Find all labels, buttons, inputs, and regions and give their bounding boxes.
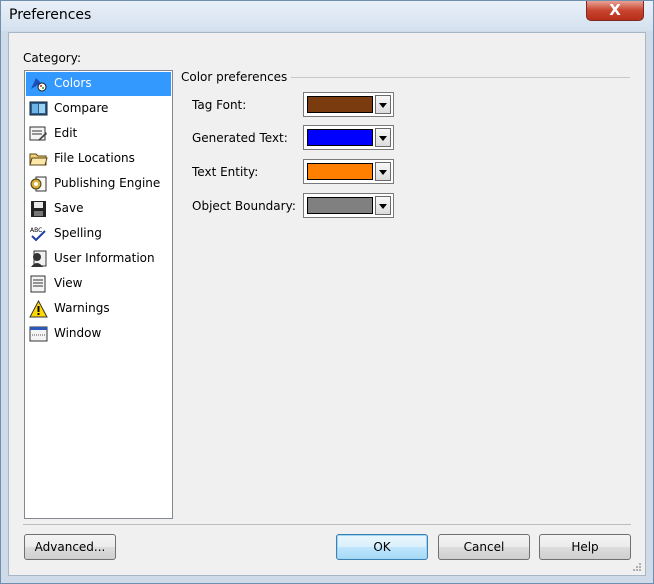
gear-document-icon	[30, 176, 47, 192]
compare-icon	[29, 101, 48, 116]
dropdown-button[interactable]	[375, 162, 391, 181]
category-item-label: Spelling	[54, 226, 102, 240]
generated-text-color-picker[interactable]	[303, 125, 394, 150]
dropdown-button[interactable]	[375, 95, 391, 114]
group-divider	[291, 77, 630, 78]
object-boundary-label: Object Boundary:	[192, 199, 296, 213]
category-item-edit[interactable]: Edit	[26, 122, 171, 146]
close-button[interactable]: X	[586, 1, 644, 21]
chevron-down-icon	[379, 204, 387, 209]
category-item-spelling[interactable]: ABC Spelling	[26, 222, 171, 246]
color-swatch	[307, 163, 373, 180]
category-item-label: Warnings	[54, 301, 110, 315]
category-item-label: Compare	[54, 101, 109, 115]
edit-icon	[29, 126, 47, 141]
object-boundary-color-picker[interactable]	[303, 193, 394, 218]
color-swatch	[307, 96, 373, 113]
floppy-disk-icon	[31, 201, 46, 217]
category-item-label: File Locations	[54, 151, 135, 165]
category-item-colors[interactable]: Colors	[26, 72, 171, 96]
category-item-file-locations[interactable]: File Locations	[26, 147, 171, 171]
dropdown-button[interactable]	[375, 196, 391, 215]
footer-divider	[23, 524, 631, 525]
category-item-label: Colors	[54, 76, 92, 90]
folder-icon	[29, 153, 48, 166]
chevron-down-icon	[379, 170, 387, 175]
tag-font-label: Tag Font:	[192, 98, 247, 112]
cancel-button[interactable]: Cancel	[438, 534, 530, 560]
ok-button[interactable]: OK	[336, 534, 428, 560]
preferences-window: Preferences X Category: Colors Compare E…	[0, 0, 654, 584]
advanced-button[interactable]: Advanced...	[24, 534, 116, 560]
chevron-down-icon	[379, 103, 387, 108]
dropdown-button[interactable]	[375, 128, 391, 147]
category-item-compare[interactable]: Compare	[26, 97, 171, 121]
category-label: Category:	[23, 51, 81, 65]
color-swatch	[307, 197, 373, 214]
user-icon	[31, 250, 47, 267]
help-button[interactable]: Help	[539, 534, 631, 560]
svg-text:ABC: ABC	[30, 227, 42, 234]
category-item-label: View	[54, 276, 83, 290]
chevron-down-icon	[379, 136, 387, 141]
warning-icon	[29, 300, 48, 318]
category-item-user-information[interactable]: User Information	[26, 247, 171, 271]
generated-text-label: Generated Text:	[192, 131, 288, 145]
palette-icon	[31, 78, 47, 92]
color-swatch	[307, 129, 373, 146]
category-item-label: Edit	[54, 126, 78, 140]
category-list[interactable]: Colors Compare Edit File Locations Publi…	[24, 70, 173, 519]
text-entity-color-picker[interactable]	[303, 159, 394, 184]
dialog-body: Category: Colors Compare Edit File Locat…	[8, 32, 646, 576]
text-entity-label: Text Entity:	[192, 165, 259, 179]
category-item-label: Window	[54, 326, 102, 340]
resize-grip-icon[interactable]	[632, 562, 642, 572]
category-item-view[interactable]: View	[26, 272, 171, 296]
color-preferences-title: Color preferences	[181, 70, 288, 84]
category-item-label: Publishing Engine	[54, 176, 161, 190]
category-item-label: User Information	[54, 251, 155, 265]
category-item-publishing-engine[interactable]: Publishing Engine	[26, 172, 171, 196]
close-icon: X	[609, 1, 621, 19]
category-item-warnings[interactable]: Warnings	[26, 297, 171, 321]
window-title: Preferences	[9, 7, 92, 23]
window-icon	[29, 326, 48, 342]
category-item-save[interactable]: Save	[26, 197, 171, 221]
spellcheck-icon: ABC	[30, 227, 46, 242]
category-item-label: Save	[54, 201, 84, 215]
title-bar[interactable]: Preferences X	[1, 1, 653, 31]
category-item-window[interactable]: Window	[26, 322, 171, 346]
view-document-icon	[30, 275, 46, 293]
tag-font-color-picker[interactable]	[303, 92, 394, 117]
